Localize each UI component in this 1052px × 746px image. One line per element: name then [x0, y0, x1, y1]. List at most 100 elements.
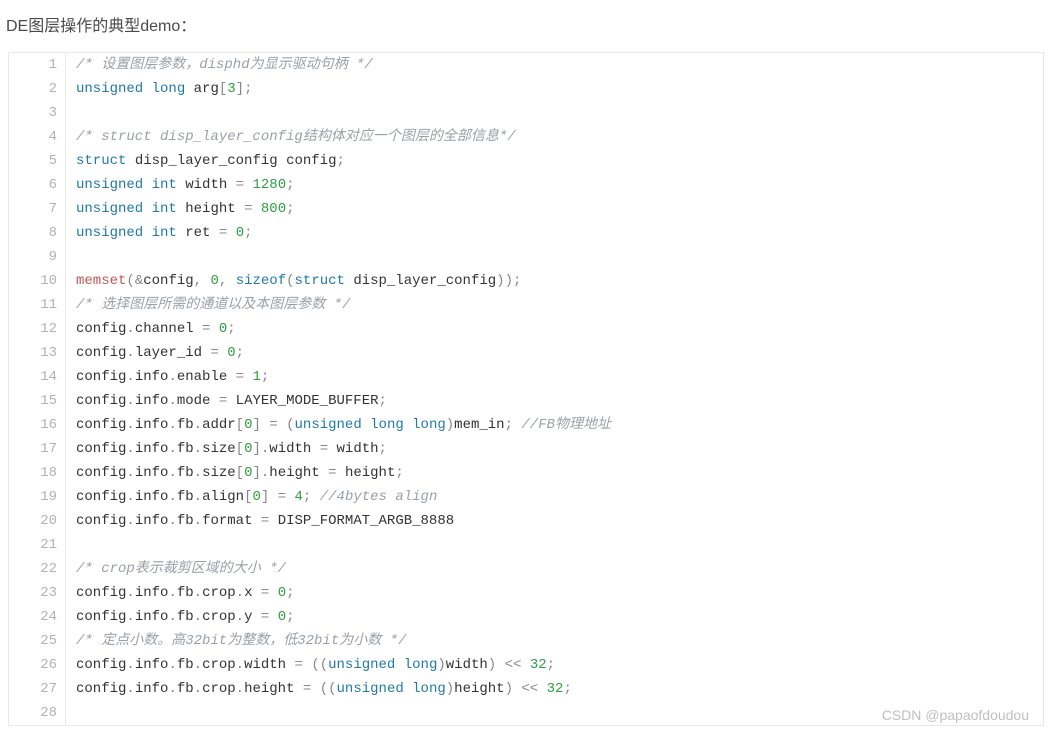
- token-ident: crop: [202, 657, 236, 673]
- token-punct: ;: [505, 417, 513, 433]
- token-number: 32: [530, 657, 547, 673]
- token-punct: =: [261, 609, 269, 625]
- watermark-text: CSDN @papaofdoudou: [882, 707, 1029, 723]
- token-punct: ;: [227, 321, 235, 337]
- line-number: 9: [9, 245, 66, 269]
- token-punct: (: [126, 273, 134, 289]
- token-punct: .: [236, 657, 244, 673]
- token-punct: .: [126, 321, 134, 337]
- line-number: 25: [9, 629, 66, 653]
- token-punct: .: [126, 585, 134, 601]
- token-ident: config: [76, 585, 126, 601]
- token-punct: ]: [236, 81, 244, 97]
- line-number: 12: [9, 317, 66, 341]
- line-code: config.info.fb.crop.height = ((unsigned …: [66, 677, 1044, 701]
- line-number: 13: [9, 341, 66, 365]
- token-number: 0: [252, 489, 260, 505]
- page-title: DE图层操作的典型demo：: [0, 0, 1052, 44]
- token-ident: config: [76, 657, 126, 673]
- code-line: 7unsigned int height = 800;: [9, 197, 1043, 221]
- code-line: 6unsigned int width = 1280;: [9, 173, 1043, 197]
- token-punct: .: [168, 441, 176, 457]
- line-code: config.info.fb.format = DISP_FORMAT_ARGB…: [66, 509, 1044, 533]
- line-code: config.layer_id = 0;: [66, 341, 1044, 365]
- line-number: 15: [9, 389, 66, 413]
- line-number: 5: [9, 149, 66, 173]
- token-ident: height: [345, 465, 395, 481]
- token-ident: config: [76, 393, 126, 409]
- code-line: 14config.info.enable = 1;: [9, 365, 1043, 389]
- token-punct: <<: [505, 657, 522, 673]
- code-line: 5struct disp_layer_config config;: [9, 149, 1043, 173]
- token-ident: info: [135, 489, 169, 505]
- token-ident: fb: [177, 609, 194, 625]
- token-ident: info: [135, 609, 169, 625]
- token-ident: config: [143, 273, 193, 289]
- token-punct: ;: [244, 81, 252, 97]
- line-code: unsigned int width = 1280;: [66, 173, 1044, 197]
- token-ident: fb: [177, 417, 194, 433]
- token-ident: ret: [185, 225, 210, 241]
- token-punct: ]: [252, 441, 260, 457]
- token-punct: .: [194, 657, 202, 673]
- token-punct: .: [126, 465, 134, 481]
- line-number: 14: [9, 365, 66, 389]
- token-ident: info: [135, 417, 169, 433]
- token-ident: layer_id: [135, 345, 202, 361]
- token-punct: =: [236, 177, 244, 193]
- token-ident: config: [76, 681, 126, 697]
- token-punct: .: [168, 585, 176, 601]
- line-number: 21: [9, 533, 66, 557]
- token-ident: config: [76, 441, 126, 457]
- token-number: 4: [295, 489, 303, 505]
- token-ident: mode: [177, 393, 211, 409]
- code-line: 4/* struct disp_layer_config结构体对应一个图层的全部…: [9, 125, 1043, 149]
- token-punct: .: [168, 609, 176, 625]
- code-table: 1/* 设置图层参数，disphd为显示驱动句柄 */2unsigned lon…: [9, 53, 1043, 725]
- token-punct: ): [446, 417, 454, 433]
- token-punct: ;: [513, 273, 521, 289]
- code-line: 8unsigned int ret = 0;: [9, 221, 1043, 245]
- token-ident: info: [135, 657, 169, 673]
- token-comment: /* 设置图层参数，disphd为显示驱动句柄 */: [76, 57, 373, 73]
- code-line: 27config.info.fb.crop.height = ((unsigne…: [9, 677, 1043, 701]
- token-punct: ): [505, 681, 513, 697]
- token-punct: .: [194, 489, 202, 505]
- token-punct: ;: [286, 177, 294, 193]
- token-punct: =: [278, 489, 286, 505]
- token-keyword: unsigned: [76, 177, 143, 193]
- token-ident: fb: [177, 657, 194, 673]
- token-ident: width: [244, 657, 286, 673]
- token-keyword: long: [370, 417, 404, 433]
- token-punct: ;: [379, 441, 387, 457]
- token-ident: config: [76, 513, 126, 529]
- line-number: 10: [9, 269, 66, 293]
- token-ident: disp_layer_config: [353, 273, 496, 289]
- line-number: 7: [9, 197, 66, 221]
- token-punct: ): [437, 657, 445, 673]
- line-code: [66, 533, 1044, 557]
- line-number: 11: [9, 293, 66, 317]
- token-punct: .: [126, 609, 134, 625]
- token-number: 32: [547, 681, 564, 697]
- token-keyword: int: [152, 201, 177, 217]
- code-line: 15config.info.mode = LAYER_MODE_BUFFER;: [9, 389, 1043, 413]
- token-ident: fb: [177, 681, 194, 697]
- line-code: config.info.mode = LAYER_MODE_BUFFER;: [66, 389, 1044, 413]
- code-block: 1/* 设置图层参数，disphd为显示驱动句柄 */2unsigned lon…: [8, 52, 1044, 726]
- token-punct: .: [168, 681, 176, 697]
- code-line: 2unsigned long arg[3];: [9, 77, 1043, 101]
- token-punct: ;: [563, 681, 571, 697]
- token-ident: width: [185, 177, 227, 193]
- token-comment: /* struct disp_layer_config结构体对应一个图层的全部信…: [76, 129, 516, 145]
- token-punct: .: [236, 609, 244, 625]
- token-number: 0: [278, 609, 286, 625]
- line-number: 26: [9, 653, 66, 677]
- token-punct: =: [236, 369, 244, 385]
- token-ident: x: [244, 585, 252, 601]
- token-punct: .: [194, 681, 202, 697]
- token-keyword: unsigned: [76, 81, 143, 97]
- token-punct: ;: [395, 465, 403, 481]
- token-punct: &: [135, 273, 143, 289]
- token-ident: config: [76, 465, 126, 481]
